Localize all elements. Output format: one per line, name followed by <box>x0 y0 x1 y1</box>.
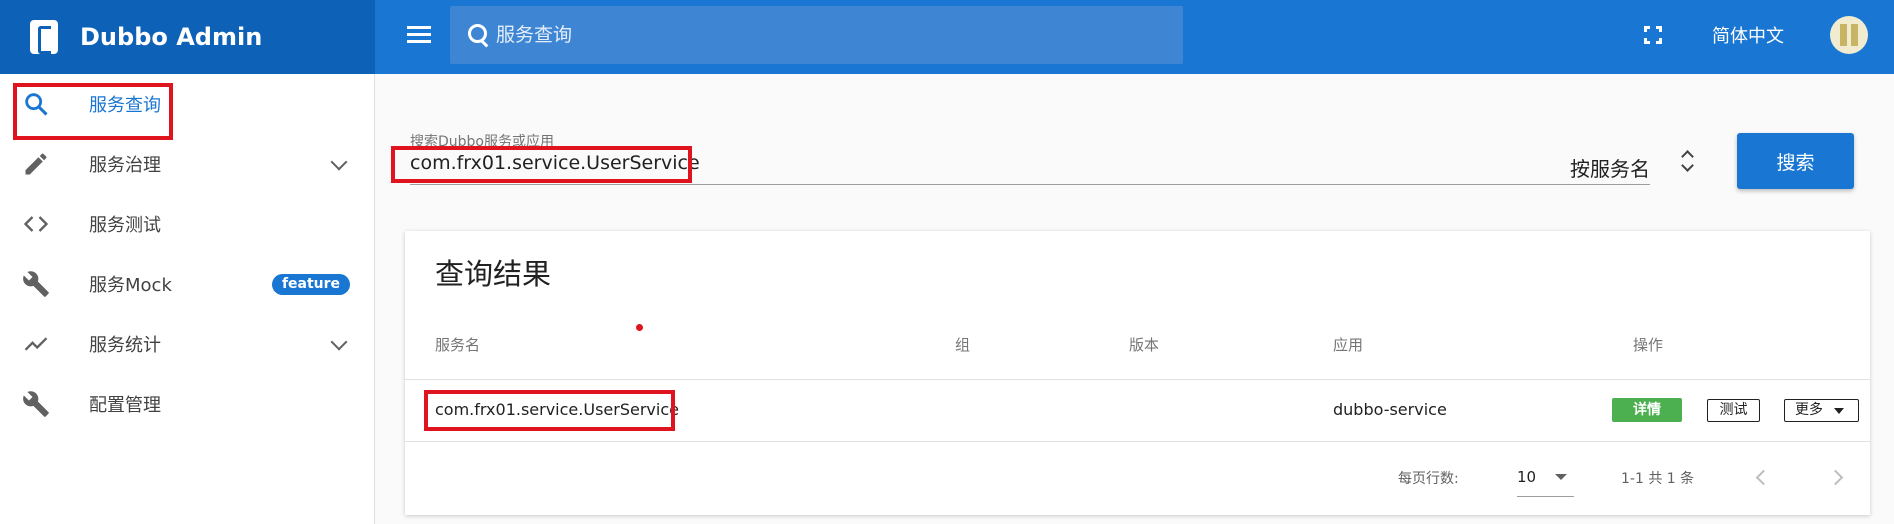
column-header-app[interactable]: 应用 <box>1333 334 1363 355</box>
more-button[interactable]: 更多 <box>1784 399 1859 422</box>
rows-per-page-select[interactable]: 10 <box>1517 468 1572 486</box>
global-search[interactable] <box>450 6 1183 64</box>
global-search-input[interactable] <box>496 24 1176 46</box>
unfold-icon[interactable] <box>1680 148 1696 174</box>
highlight-box <box>13 83 173 140</box>
trending-icon <box>24 337 48 351</box>
test-button[interactable]: 测试 <box>1707 399 1760 422</box>
red-dot <box>636 324 643 331</box>
avatar[interactable] <box>1830 16 1868 54</box>
search-icon <box>468 24 490 46</box>
table-cell-app: dubbo-service <box>1333 400 1447 419</box>
caret-down-icon <box>1555 474 1567 480</box>
highlight-box <box>391 146 692 183</box>
results-card: 查询结果 服务名 组 版本 应用 操作 com.frx01.service.Us… <box>405 231 1870 515</box>
wrench-icon <box>23 271 49 297</box>
sidebar-item-service-stats[interactable]: 服务统计 <box>0 314 375 374</box>
wrench-icon <box>23 391 49 417</box>
page-info: 1-1 共 1 条 <box>1621 471 1695 487</box>
sidebar-item-label: 服务统计 <box>89 335 161 356</box>
column-header-version[interactable]: 版本 <box>1129 334 1159 355</box>
menu-icon[interactable] <box>404 22 434 52</box>
sidebar-item-service-test[interactable]: 服务测试 <box>0 194 375 254</box>
chevron-down-icon[interactable] <box>330 333 348 351</box>
input-underline <box>410 184 1650 185</box>
rows-per-page-value: 10 <box>1517 468 1537 486</box>
feature-badge: feature <box>272 274 350 295</box>
highlight-box <box>424 390 675 431</box>
sidebar-item-label: 服务Mock <box>89 275 172 296</box>
dubbo-logo-icon <box>30 20 58 54</box>
language-switcher[interactable]: 简体中文 <box>1712 22 1784 48</box>
column-header-group[interactable]: 组 <box>955 334 970 355</box>
select-underline <box>1517 496 1574 497</box>
pencil-icon <box>25 153 47 175</box>
column-header-service[interactable]: 服务名 <box>435 334 480 355</box>
app-title: Dubbo Admin <box>80 23 263 51</box>
divider <box>405 379 1870 380</box>
chevron-left-icon[interactable] <box>1755 469 1772 486</box>
sidebar-item-label: 配置管理 <box>89 395 161 416</box>
fullscreen-icon[interactable] <box>1644 26 1662 44</box>
more-button-label: 更多 <box>1795 402 1823 418</box>
search-type-select[interactable]: 按服务名 <box>1570 153 1650 182</box>
results-title: 查询结果 <box>435 257 552 291</box>
brand[interactable]: Dubbo Admin <box>0 0 375 74</box>
sidebar-item-config-management[interactable]: 配置管理 <box>0 374 375 434</box>
divider <box>405 441 1870 442</box>
top-app-bar: Dubbo Admin 简体中文 <box>0 0 1894 74</box>
sidebar-item-service-mock[interactable]: 服务Mock feature <box>0 254 375 314</box>
chevron-down-icon[interactable] <box>330 153 348 171</box>
sidebar-item-label: 服务测试 <box>89 215 161 236</box>
rows-per-page-label: 每页行数: <box>1398 471 1459 487</box>
sidebar-item-service-governance[interactable]: 服务治理 <box>0 134 375 194</box>
detail-button[interactable]: 详情 <box>1612 398 1682 422</box>
sidebar-item-label: 服务治理 <box>89 155 161 176</box>
sidebar: 服务查询 服务治理 服务测试 服务Mock feature 服务统计 配置管理 <box>0 74 375 524</box>
search-button[interactable]: 搜索 <box>1737 133 1854 189</box>
caret-down-icon <box>1834 408 1844 414</box>
chevron-right-icon[interactable] <box>1827 469 1844 486</box>
column-header-actions: 操作 <box>1633 336 1664 354</box>
code-icon <box>23 216 49 232</box>
